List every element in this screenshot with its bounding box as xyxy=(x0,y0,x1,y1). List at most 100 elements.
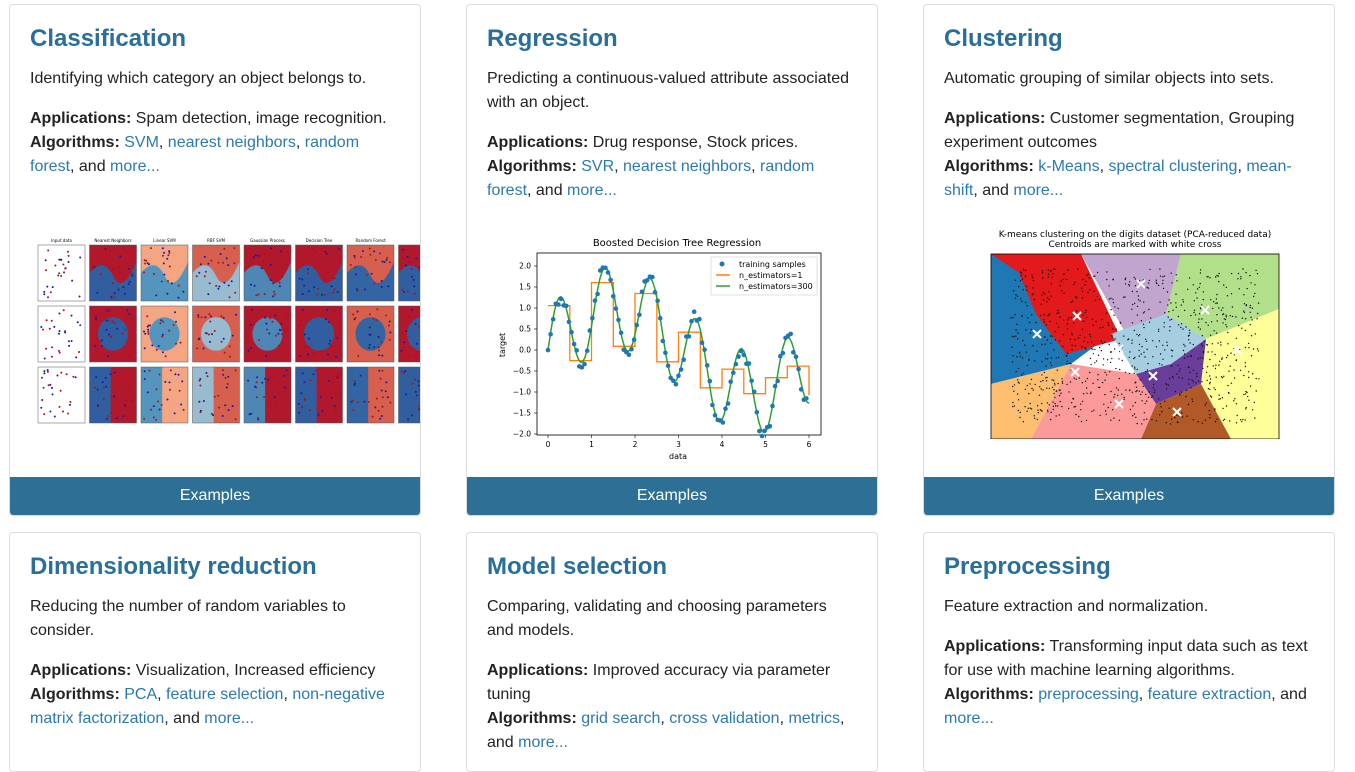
data-point xyxy=(1055,269,1056,270)
data-point xyxy=(1149,322,1150,323)
link-metrics[interactable]: metrics xyxy=(788,710,840,727)
sample-point xyxy=(304,334,306,336)
data-point xyxy=(1158,329,1159,330)
examples-button[interactable]: Examples xyxy=(467,477,877,515)
classifier-comparison-figure: Input dataNearest NeighborsLinear SVMRBF… xyxy=(10,237,420,429)
card-title: Clustering xyxy=(944,23,1314,55)
data-point xyxy=(1036,322,1037,323)
data-point xyxy=(1017,296,1018,297)
sample-point xyxy=(275,335,277,337)
sample-point xyxy=(63,309,65,311)
link-more[interactable]: more... xyxy=(110,158,160,175)
data-point xyxy=(1136,390,1137,391)
sample-point xyxy=(418,325,420,327)
sample-point xyxy=(53,326,55,328)
data-point xyxy=(1020,412,1021,413)
card-description: Predicting a continuous-valued attribute… xyxy=(487,67,857,115)
training-sample xyxy=(614,306,619,311)
sample-point xyxy=(357,311,359,313)
data-point xyxy=(1015,335,1016,336)
data-point xyxy=(1169,319,1170,320)
sample-point xyxy=(407,256,409,258)
link-more[interactable]: more... xyxy=(204,710,254,727)
link-nearest-neighbors[interactable]: nearest neighbors xyxy=(168,134,296,151)
data-point xyxy=(1021,272,1022,273)
data-point xyxy=(1031,275,1032,276)
sample-point xyxy=(328,343,330,345)
sample-point xyxy=(235,314,237,316)
link-more[interactable]: more... xyxy=(567,182,617,199)
data-point xyxy=(1134,303,1135,304)
sample-point xyxy=(99,341,101,343)
data-point xyxy=(1146,287,1147,288)
data-point xyxy=(1046,388,1047,389)
examples-button[interactable]: Examples xyxy=(10,477,420,515)
data-point xyxy=(1224,318,1225,319)
sample-point xyxy=(332,277,334,279)
data-point xyxy=(1106,374,1107,375)
examples-button[interactable]: Examples xyxy=(924,477,1334,515)
link-svr[interactable]: SVR xyxy=(581,158,614,175)
data-point xyxy=(1190,387,1191,388)
sample-point xyxy=(354,317,356,319)
sample-point xyxy=(281,276,283,278)
sample-point xyxy=(207,263,209,265)
sample-point xyxy=(366,274,368,276)
data-point xyxy=(1072,398,1073,399)
data-point xyxy=(1037,409,1038,410)
sample-point xyxy=(45,269,47,271)
sample-point xyxy=(375,259,377,261)
link-more[interactable]: more... xyxy=(944,710,994,727)
data-point xyxy=(1034,360,1035,361)
link-nearest-neighbors[interactable]: nearest neighbors xyxy=(623,158,751,175)
data-point xyxy=(1066,279,1067,280)
data-point xyxy=(1051,365,1052,366)
sample-point xyxy=(122,333,124,335)
data-point xyxy=(1125,389,1126,390)
link-svm[interactable]: SVM xyxy=(124,134,159,151)
data-point xyxy=(1113,302,1114,303)
data-point xyxy=(1059,340,1060,341)
link-feature-selection[interactable]: feature selection xyxy=(166,686,283,703)
sample-point xyxy=(418,405,420,407)
sample-point xyxy=(319,382,321,384)
data-point xyxy=(1192,401,1193,402)
data-point xyxy=(1085,348,1086,349)
link-more[interactable]: more... xyxy=(1013,182,1063,199)
data-point xyxy=(1093,410,1094,411)
data-point xyxy=(1052,387,1053,388)
sample-point xyxy=(57,275,59,277)
sample-point xyxy=(207,375,209,377)
card-description: Feature extraction and normalization. xyxy=(944,595,1314,619)
classifier-thumbnail xyxy=(399,245,421,301)
link-cross-validation[interactable]: cross validation xyxy=(669,710,779,727)
link-spectral-clustering[interactable]: spectral clustering xyxy=(1108,158,1237,175)
link-more[interactable]: more... xyxy=(518,734,568,751)
data-point xyxy=(1154,392,1155,393)
data-point xyxy=(1135,278,1136,279)
data-point xyxy=(1081,346,1082,347)
training-sample xyxy=(611,294,616,299)
link-grid-search[interactable]: grid search xyxy=(581,710,660,727)
sample-point xyxy=(95,316,97,318)
sample-point xyxy=(355,266,357,268)
training-sample xyxy=(781,351,786,356)
data-point xyxy=(1041,294,1042,295)
training-sample xyxy=(755,410,760,415)
data-point xyxy=(1089,289,1090,290)
sample-point xyxy=(413,285,415,287)
data-point xyxy=(1251,319,1252,320)
link-pca[interactable]: PCA xyxy=(124,686,157,703)
data-point xyxy=(1014,384,1015,385)
sample-point xyxy=(222,369,224,371)
data-point xyxy=(1115,368,1116,369)
data-point xyxy=(1204,341,1205,342)
training-sample xyxy=(734,362,739,367)
link-k-means[interactable]: k-Means xyxy=(1038,158,1099,175)
link-preprocessing[interactable]: preprocessing xyxy=(1038,686,1139,703)
data-point xyxy=(1102,343,1103,344)
link-feature-extraction[interactable]: feature extraction xyxy=(1148,686,1272,703)
data-point xyxy=(1138,335,1139,336)
data-point xyxy=(1094,349,1095,350)
data-point xyxy=(1076,379,1077,380)
